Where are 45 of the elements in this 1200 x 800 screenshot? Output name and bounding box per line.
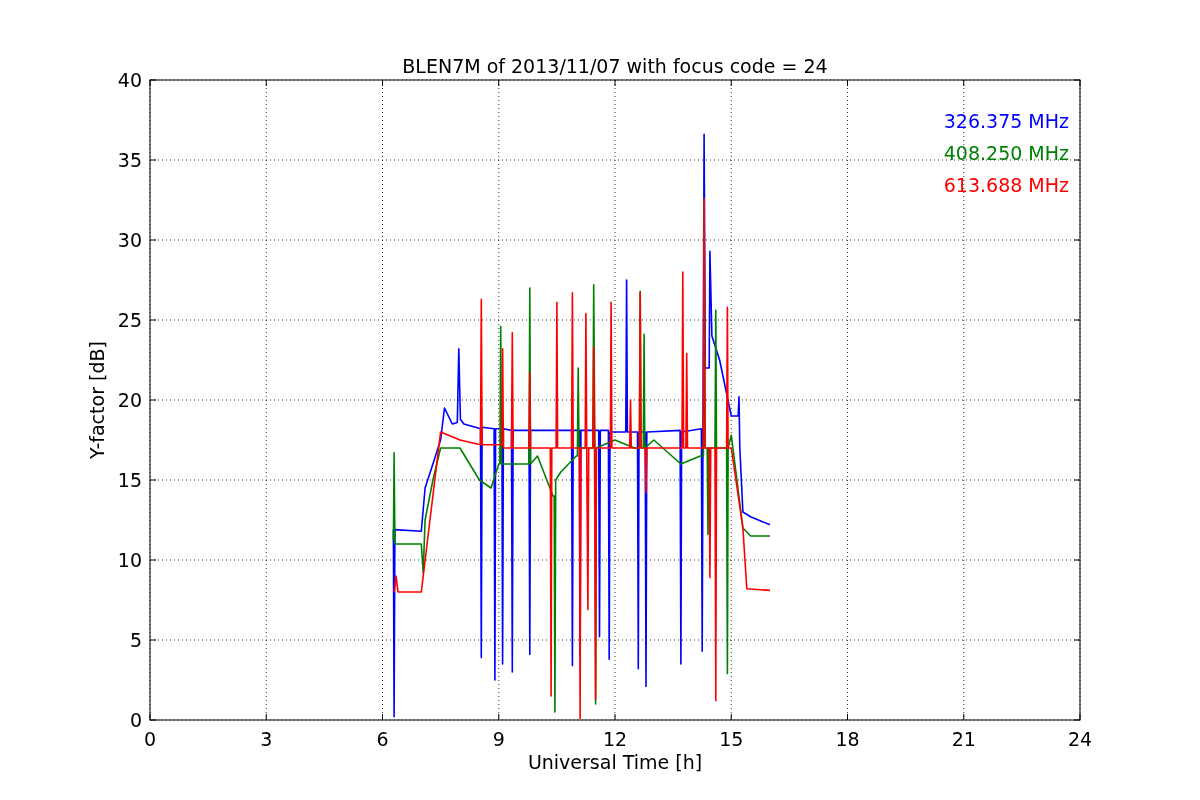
tick-mark [1073,399,1081,401]
tick-label: 6 [376,728,389,750]
tick-label: 3 [260,728,273,750]
tick-label: 35 [117,149,142,171]
tick-mark [1073,319,1081,321]
tick-mark [1073,639,1081,641]
tick-mark [1073,479,1081,481]
legend-label: 408.250 MHz [943,142,1069,164]
tick-mark [1073,159,1081,161]
tick-label: 9 [492,728,505,750]
tick-mark [1073,239,1081,241]
tick-label: 30 [117,229,142,251]
tick-label: 15 [117,469,142,491]
tick-mark [382,79,383,87]
tick-label: 40 [117,69,142,91]
tick-label: 10 [117,549,142,571]
y-axis-label: Y-factor [dB] [86,341,108,459]
tick-label: 20 [117,389,142,411]
tick-label: 21 [951,728,976,750]
tick-mark [149,639,157,641]
tick-label: 0 [143,728,157,750]
tick-mark [149,319,157,321]
tick-label: 0 [129,709,142,731]
tick-mark [1073,559,1081,561]
tick-mark [847,79,848,87]
tick-label: 25 [117,309,142,331]
tick-label: 15 [719,728,744,750]
tick-label: 18 [835,728,860,750]
chart-title: BLEN7M of 2013/11/07 with focus code = 24 [402,55,828,77]
tick-mark [265,79,267,87]
tick-mark [730,79,732,87]
tick-mark [614,79,616,87]
tick-mark [963,79,965,87]
legend-label: 326.375 MHz [943,110,1069,132]
tick-mark [149,399,157,401]
tick-mark [498,79,500,87]
tick-label: 5 [129,629,142,651]
tick-label: 24 [1067,728,1093,750]
tick-mark [149,159,157,161]
x-axis-label: Universal Time [h] [527,751,703,773]
tick-label: 12 [602,728,628,750]
tick-mark [149,239,157,241]
tick-mark [149,479,157,481]
tick-mark [149,559,157,561]
legend-label: 613.688 MHz [943,174,1069,196]
